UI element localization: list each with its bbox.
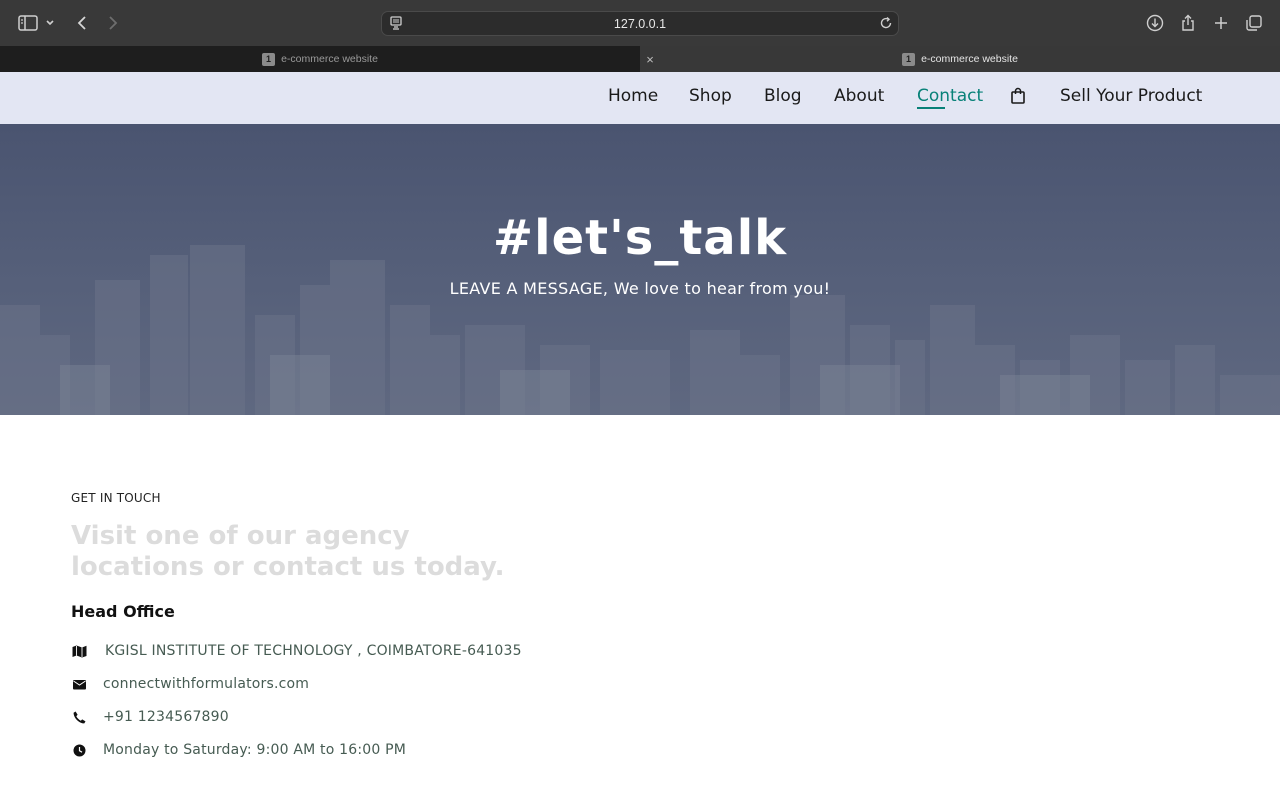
hero-subtitle: LEAVE A MESSAGE, We love to hear from yo… [449,279,831,298]
active-nav-underline [917,107,945,109]
downloads-icon[interactable] [1143,11,1167,35]
hours-text: Monday to Saturday: 9:00 AM to 16:00 PM [103,742,407,758]
tab-overview-icon[interactable] [1242,11,1266,35]
tab-title: e-commerce website [281,53,378,65]
email-text: connectwithformulators.com [103,676,310,692]
tab-active[interactable]: 1 e-commerce website [640,46,1280,72]
share-icon[interactable] [1176,11,1200,35]
address-text: KGISL INSTITUTE OF TECHNOLOGY , COIMBATO… [105,643,522,659]
close-tab-icon[interactable]: × [643,50,657,68]
map-icon [71,643,87,659]
eyebrow-text: GET IN TOUCH [71,491,161,505]
url-text: 127.0.0.1 [613,16,667,31]
nav-shop[interactable]: Shop [689,86,732,106]
phone-row: +91 1234567890 [71,707,229,727]
email-row: connectwithformulators.com [71,674,309,694]
nav-contact[interactable]: Contact [917,86,983,106]
nav-about[interactable]: About [834,86,884,106]
tab-number-badge: 1 [902,52,916,66]
phone-text: +91 1234567890 [103,709,229,725]
clock-icon [71,742,87,758]
tab-title: e-commerce website [921,53,1018,65]
browser-toolbar: 127.0.0.1 [0,0,1280,46]
hours-row: Monday to Saturday: 9:00 AM to 16:00 PM [71,740,406,760]
new-tab-icon[interactable] [1209,11,1233,35]
address-bar[interactable]: 127.0.0.1 [381,11,899,36]
chevron-down-icon[interactable] [40,11,60,35]
back-icon[interactable] [70,11,94,35]
page-settings-icon[interactable] [388,15,404,36]
office-title: Head Office [71,602,175,621]
envelope-icon [71,676,87,692]
hero-banner: #let's_talk LEAVE A MESSAGE, We love to … [0,124,1280,415]
contact-heading: Visit one of our agency locations or con… [71,521,505,582]
tab-bar: 1 e-commerce website 1 e-commerce websit… [0,46,1280,72]
address-row: KGISL INSTITUTE OF TECHNOLOGY , COIMBATO… [71,641,522,661]
nav-home[interactable]: Home [608,86,658,106]
tab-number-badge: 1 [262,52,276,66]
phone-icon [71,709,87,725]
hero-title: #let's_talk [492,210,788,266]
sidebar-toggle-icon[interactable] [16,11,40,35]
nav-blog[interactable]: Blog [764,86,802,106]
tab-inactive[interactable]: 1 e-commerce website [0,46,640,72]
shopping-bag-icon[interactable] [1009,86,1027,106]
forward-icon[interactable] [101,11,125,35]
reload-icon[interactable] [878,15,894,36]
nav-sell-product[interactable]: Sell Your Product [1060,86,1202,106]
